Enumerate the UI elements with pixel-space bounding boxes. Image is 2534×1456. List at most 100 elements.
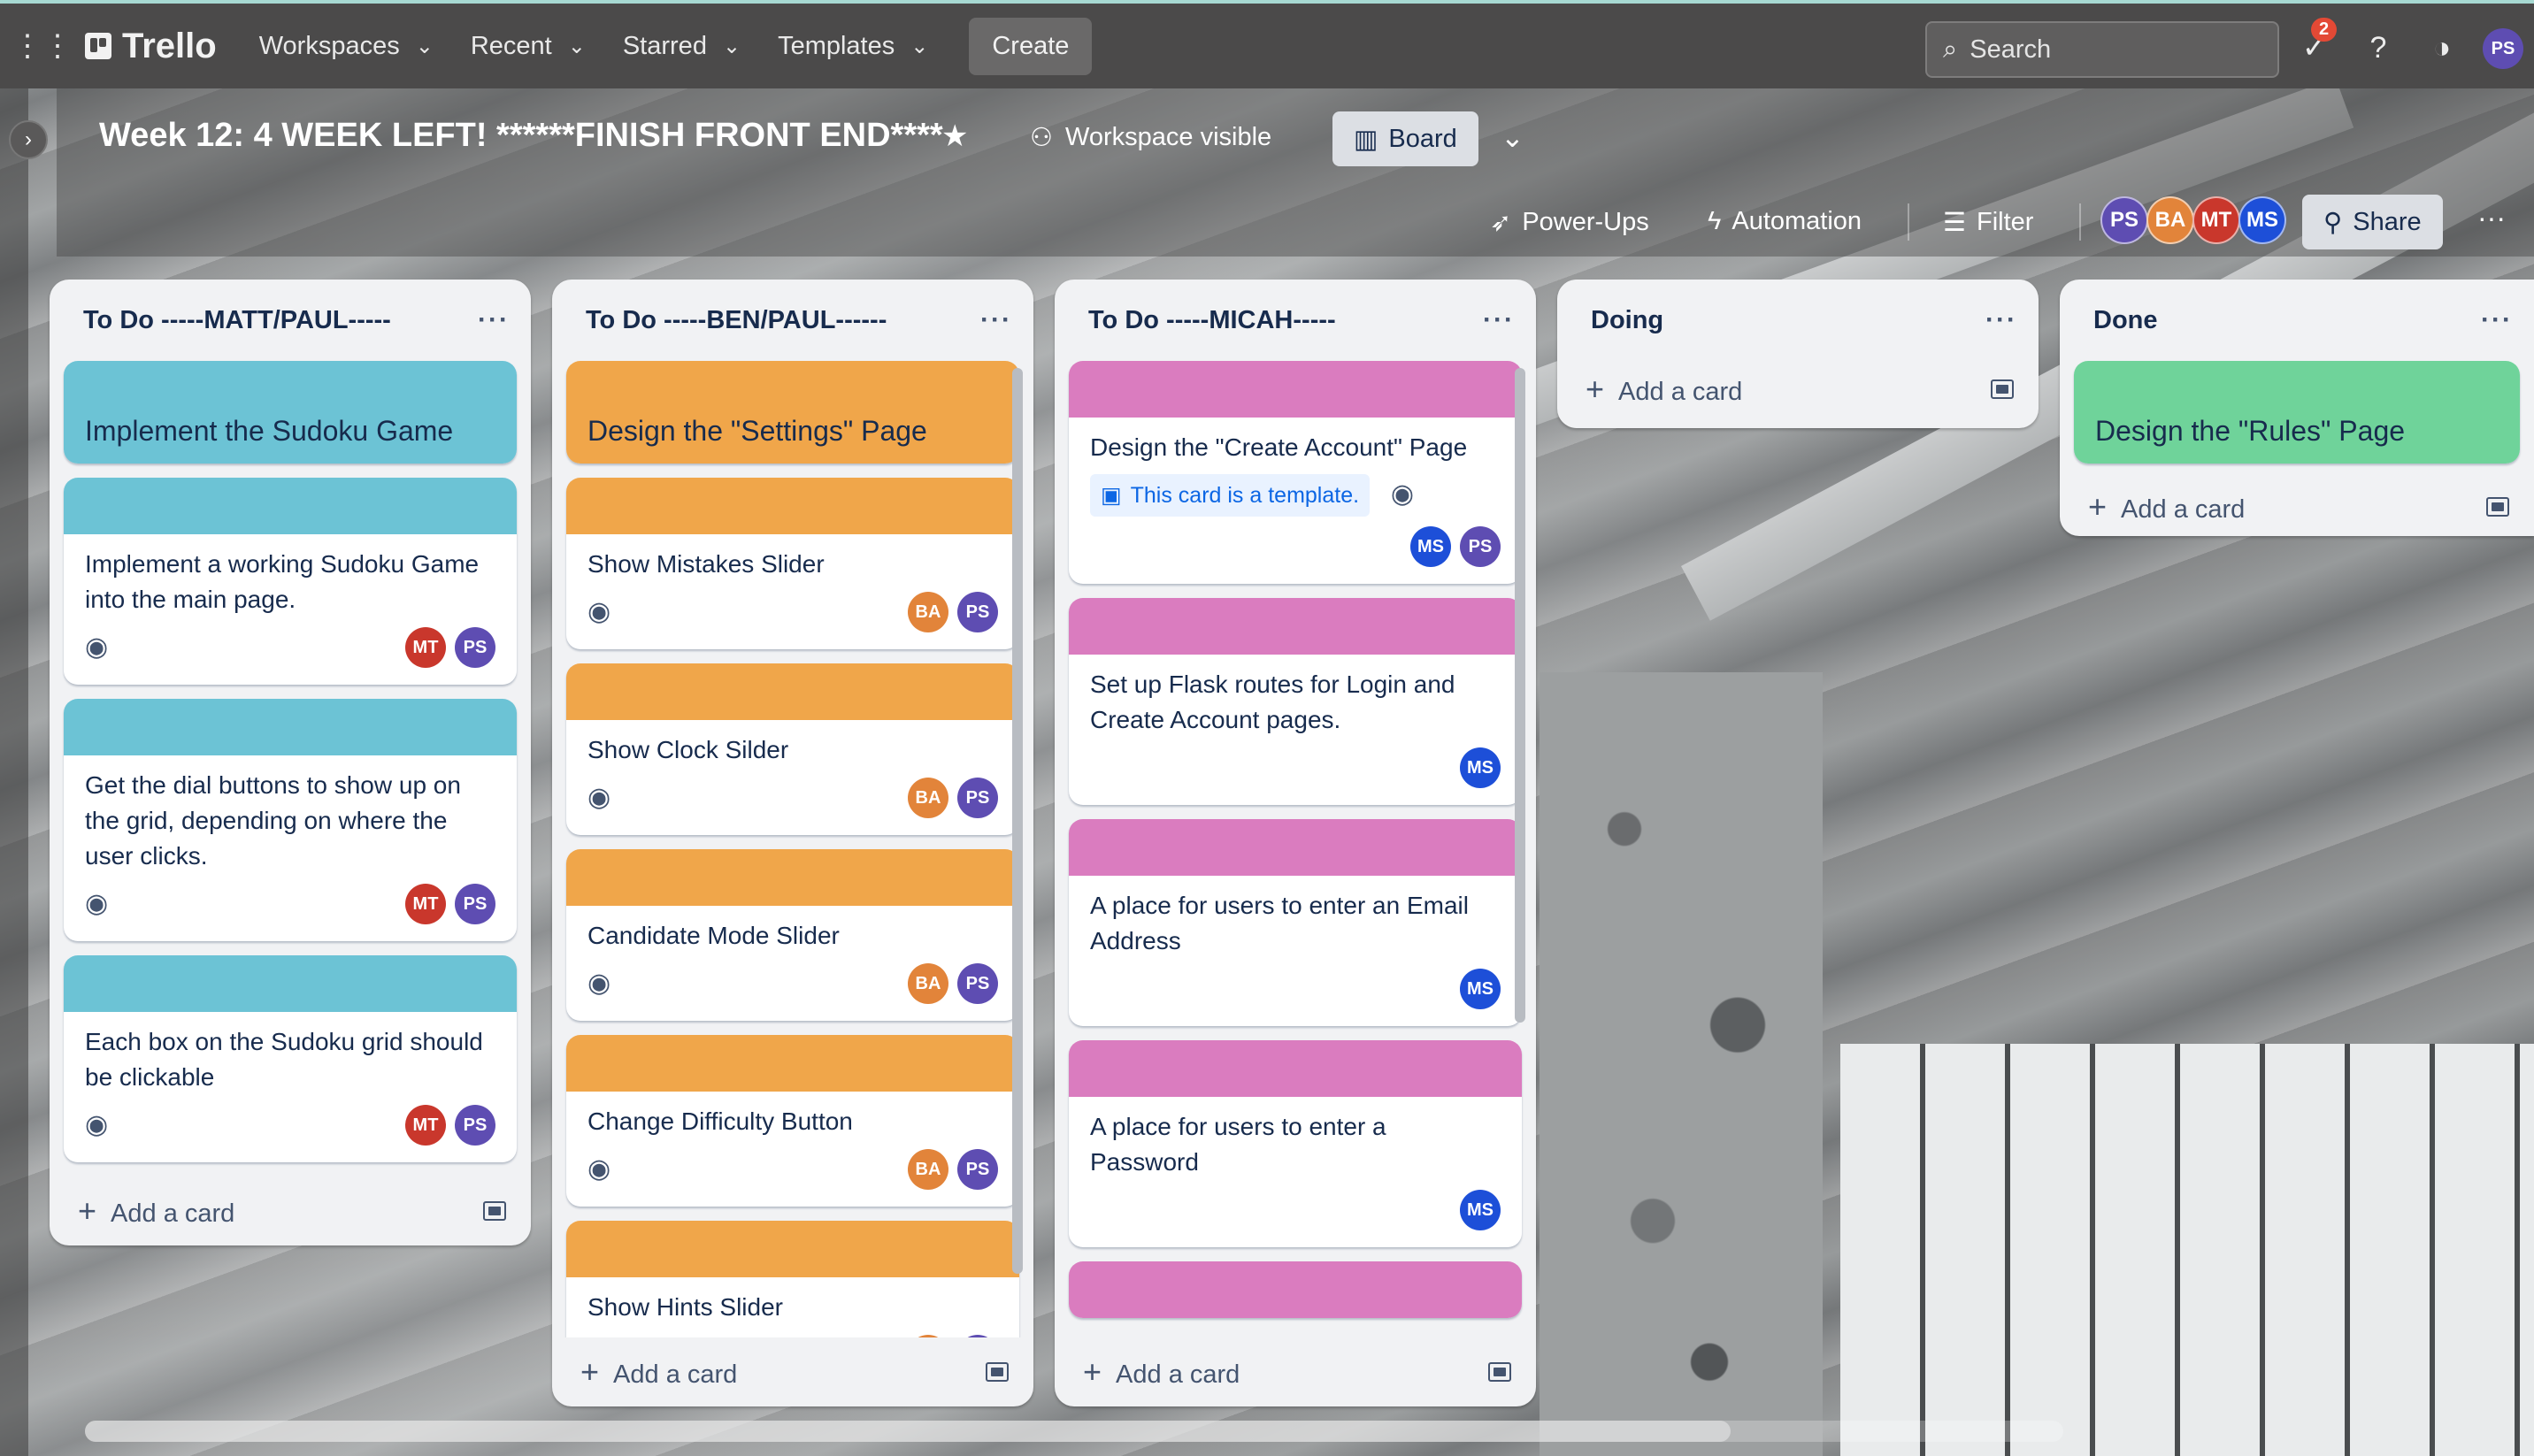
workspaces-menu[interactable]: Workspaces ⌄ (247, 23, 446, 70)
list-title[interactable]: To Do -----BEN/PAUL------ (586, 306, 887, 335)
apps-grid-icon[interactable]: ⋮⋮ (12, 25, 73, 67)
card-cover (1069, 1261, 1522, 1318)
board-view-button[interactable]: ▥ Board (1332, 111, 1478, 166)
list-card[interactable]: Set up Flask routes for Login and Create… (1069, 598, 1522, 805)
list-title[interactable]: To Do -----MICAH----- (1088, 306, 1336, 335)
template-icon: ▣ (1101, 483, 1122, 508)
list-menu-icon[interactable]: ··· (1985, 305, 2017, 335)
add-card-button[interactable]: + Add a card (552, 1337, 1033, 1406)
card-cover (64, 955, 517, 1012)
add-card-button[interactable]: + Add a card (2060, 478, 2534, 536)
member-avatar[interactable]: MT (405, 1105, 446, 1146)
search-input[interactable]: ⌕ Search (1925, 21, 2279, 78)
member-avatar[interactable]: PS (2100, 196, 2148, 244)
list-card[interactable]: Candidate Mode Slider ◉ BA PS (566, 849, 1019, 1021)
list-scrollbar[interactable] (1515, 368, 1525, 1023)
create-button[interactable]: Create (969, 17, 1093, 75)
list-card[interactable]: Design the "Rules" Page (2074, 361, 2520, 464)
add-card-label: Add a card (111, 1199, 235, 1228)
member-avatar[interactable]: MT (405, 627, 446, 668)
member-avatar[interactable]: PS (957, 592, 998, 632)
trello-logo[interactable]: Trello (85, 27, 217, 66)
list-menu-icon[interactable]: ··· (478, 305, 510, 335)
list-card[interactable]: Change Difficulty Button ◉ BA PS (566, 1035, 1019, 1207)
share-button[interactable]: ⚲ Share (2302, 195, 2443, 249)
more-options-icon[interactable]: ··· (2477, 202, 2506, 234)
list-card[interactable]: Design the "Create Account" Page ▣ This … (1069, 361, 1522, 584)
automation-button[interactable]: ϟ Automation (1708, 207, 1862, 236)
list-title[interactable]: Doing (1591, 306, 1663, 335)
add-card-button[interactable]: + Add a card (50, 1176, 531, 1245)
member-avatar[interactable]: PS (455, 1105, 495, 1146)
template-icon[interactable] (1488, 1362, 1511, 1382)
list-card[interactable]: Each box on the Sudoku grid should be cl… (64, 955, 517, 1162)
scrollbar-thumb[interactable] (85, 1421, 1731, 1442)
list-card[interactable] (1069, 1261, 1522, 1318)
card-title: Candidate Mode Slider (587, 922, 840, 949)
member-avatar[interactable]: PS (957, 778, 998, 818)
member-avatar[interactable]: MS (1460, 1190, 1501, 1230)
list-scrollbar[interactable] (1012, 368, 1023, 1274)
expand-sidebar-icon[interactable]: › (9, 120, 48, 159)
workspace-visibility-button[interactable]: ⚇ Workspace visible (1030, 122, 1271, 153)
member-avatar[interactable]: MS (2238, 196, 2286, 244)
member-avatar[interactable]: MS (1460, 969, 1501, 1009)
templates-menu[interactable]: Templates ⌄ (765, 23, 941, 70)
list-title[interactable]: Done (2093, 306, 2158, 335)
help-icon[interactable]: ? (2357, 27, 2400, 69)
member-avatar[interactable]: MT (2192, 196, 2240, 244)
board-horizontal-scrollbar[interactable] (85, 1421, 2063, 1442)
member-avatar[interactable]: PS (455, 884, 495, 924)
search-icon: ⌕ (1943, 34, 1958, 64)
list-menu-icon[interactable]: ··· (1483, 305, 1515, 335)
user-avatar[interactable]: PS (2483, 28, 2523, 69)
notification-count-badge: 2 (2311, 18, 2338, 42)
list-card[interactable]: Show Hints Slider ◉ BA PS (566, 1221, 1019, 1337)
template-icon[interactable] (483, 1201, 506, 1221)
card-cover (566, 1035, 1019, 1092)
list-title[interactable]: To Do -----MATT/PAUL----- (83, 306, 391, 335)
member-avatar[interactable]: PS (957, 1335, 998, 1337)
template-icon[interactable] (1991, 379, 2014, 399)
list-menu-icon[interactable]: ··· (2481, 305, 2513, 335)
member-avatar[interactable]: MS (1460, 747, 1501, 788)
member-avatar[interactable]: MT (405, 884, 446, 924)
list-micah: To Do -----MICAH----- ··· Design the "Cr… (1055, 280, 1536, 1406)
list-card[interactable]: Implement a working Sudoku Game into the… (64, 478, 517, 685)
member-avatar[interactable]: BA (908, 1335, 948, 1337)
list-card[interactable]: A place for users to enter a Password MS (1069, 1040, 1522, 1247)
star-icon[interactable]: ★ (941, 119, 968, 154)
add-card-button[interactable]: + Add a card (1557, 361, 2039, 418)
member-avatar[interactable]: BA (908, 1149, 948, 1190)
template-icon[interactable] (2486, 497, 2509, 517)
list-menu-icon[interactable]: ··· (980, 305, 1012, 335)
member-avatar[interactable]: BA (2146, 196, 2194, 244)
chevron-down-icon[interactable]: ⌄ (1501, 120, 1524, 154)
member-avatar[interactable]: BA (908, 592, 948, 632)
list-card[interactable]: A place for users to enter an Email Addr… (1069, 819, 1522, 1026)
filter-button[interactable]: ☰ Filter (1943, 207, 2033, 238)
card-cover-title: Design the "Settings" Page (566, 361, 1019, 464)
starred-menu[interactable]: Starred ⌄ (610, 23, 753, 70)
add-card-button[interactable]: + Add a card (1055, 1337, 1536, 1406)
member-avatar[interactable]: PS (1460, 526, 1501, 567)
list-card[interactable]: Show Clock Silder ◉ BA PS (566, 663, 1019, 835)
list-card[interactable]: Design the "Settings" Page (566, 361, 1019, 464)
list-card[interactable]: Implement the Sudoku Game (64, 361, 517, 464)
board-title[interactable]: Week 12: 4 WEEK LEFT! ******FINISH FRONT… (99, 117, 943, 155)
member-avatar[interactable]: MS (1410, 526, 1451, 567)
card-cover (1069, 1040, 1522, 1097)
list-card[interactable]: Show Mistakes Slider ◉ BA PS (566, 478, 1019, 649)
power-ups-button[interactable]: ➶ Power-Ups (1490, 207, 1649, 238)
member-avatar[interactable]: BA (908, 963, 948, 1004)
member-avatar[interactable]: PS (957, 1149, 998, 1190)
recent-menu[interactable]: Recent ⌄ (458, 23, 598, 70)
template-label: This card is a template. (1130, 483, 1360, 508)
template-icon[interactable] (986, 1362, 1009, 1382)
member-avatar[interactable]: PS (957, 963, 998, 1004)
theme-toggle-icon[interactable]: ◑ (2421, 27, 2463, 69)
add-person-icon: ⚲ (2323, 208, 2343, 237)
member-avatar[interactable]: BA (908, 778, 948, 818)
member-avatar[interactable]: PS (455, 627, 495, 668)
list-card[interactable]: Get the dial buttons to show up on the g… (64, 699, 517, 941)
